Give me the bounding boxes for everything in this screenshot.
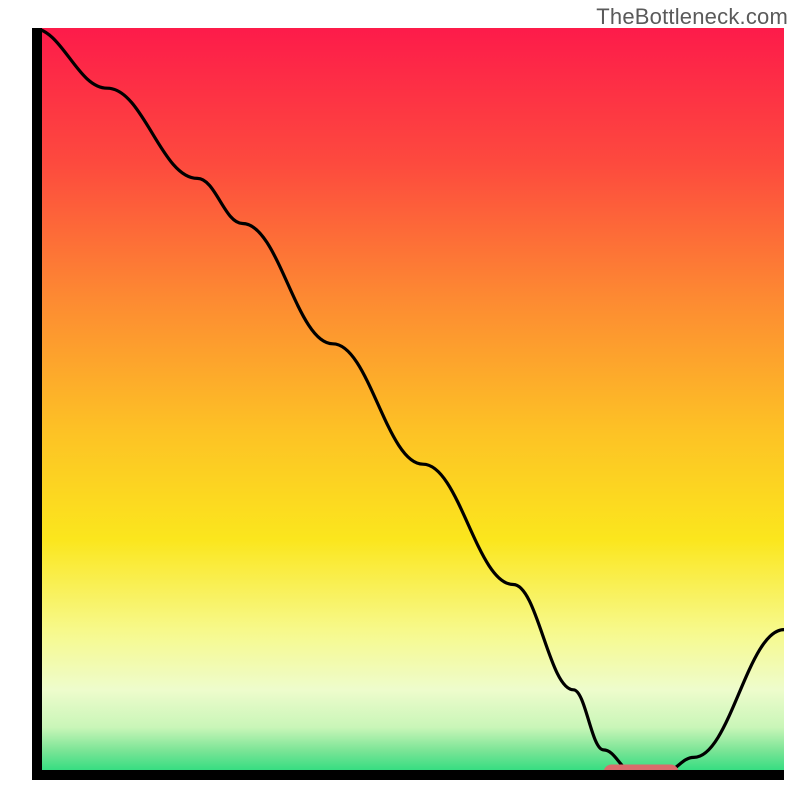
x-axis [32, 770, 784, 780]
watermark-text: TheBottleneck.com [596, 4, 788, 30]
y-axis [32, 28, 42, 780]
chart-container: TheBottleneck.com [0, 0, 800, 800]
gradient-background [32, 28, 784, 780]
plot-area [32, 28, 784, 780]
chart-svg [32, 28, 784, 780]
